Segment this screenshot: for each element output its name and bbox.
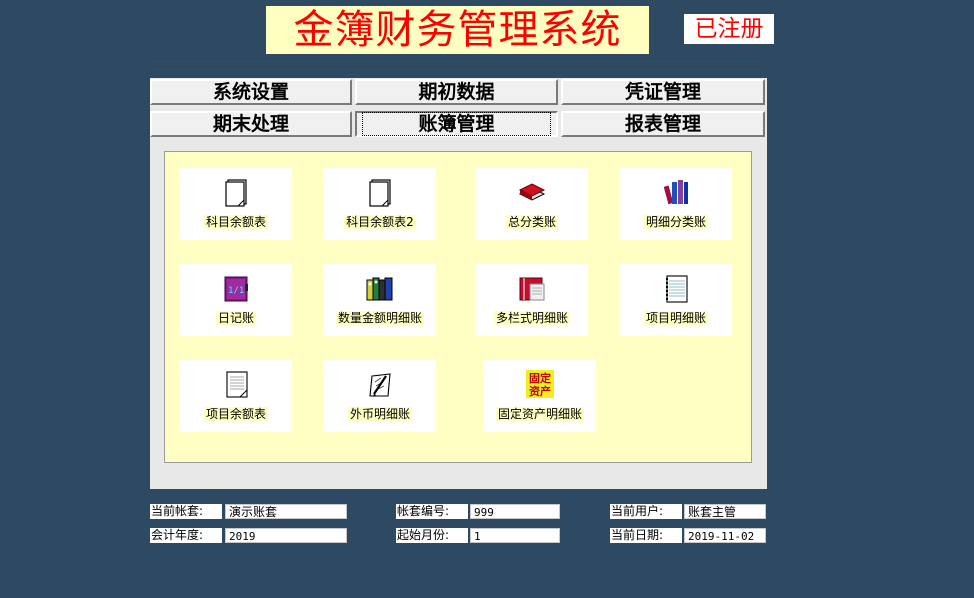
tile-label: 固定资产明细账 [495,407,584,421]
fiscal-year-label: 会计年度: [150,528,222,543]
fiscal-year-value: 2019 [225,528,347,543]
tile-label: 项目余额表 [203,407,268,421]
divider-bottom [150,69,766,70]
account-set-label: 当前帐套: [150,504,222,519]
svg-text:固定: 固定 [529,371,551,385]
tile-detail-ledger[interactable]: 明细分类账 [620,168,732,240]
document-icon [225,179,247,207]
books-icon [663,180,688,205]
tile-label: 明细分类账 [643,215,708,229]
tile-account-balance-2[interactable]: 科目余额表2 [324,168,436,240]
red-book-icon [518,183,546,201]
diary-icon: 1/1 [224,276,248,302]
current-user-label: 当前用户: [610,504,682,519]
app-title: 金簿财务管理系统 [266,6,649,54]
tile-label: 多栏式明细账 [493,311,570,325]
tile-quantity-amount-detail[interactable]: 数量金额明细账 [324,264,436,336]
tile-label: 日记账 [215,311,256,325]
tab-system-settings[interactable]: 系统设置 [150,79,352,105]
tab-period-end[interactable]: 期末处理 [150,111,352,137]
tile-general-ledger[interactable]: 总分类账 [476,168,588,240]
tab-voucher-management[interactable]: 凭证管理 [561,79,765,105]
tile-label: 科目余额表2 [344,215,416,229]
tab-report-management[interactable]: 报表管理 [561,111,765,137]
account-set-value: 演示账套 [225,504,347,519]
tile-label: 项目明细账 [643,311,708,325]
tile-foreign-currency-detail[interactable]: 外币明细账 [324,360,436,432]
fixed-asset-icon: 固定 资产 [526,370,554,398]
set-number-label: 帐套编号: [396,504,468,519]
start-month-value: 1 [470,528,560,543]
notebook-icon [666,275,688,303]
pen-paper-icon [369,373,391,397]
current-date-label: 当前日期: [610,528,682,543]
binders-icon [366,277,393,301]
current-date-value: 2019-11-02 [684,528,766,543]
tile-journal[interactable]: 1/1 日记账 [180,264,292,336]
tile-project-balance[interactable]: 项目余额表 [180,360,292,432]
tab-ledger-management-label: 账簿管理 [362,112,551,136]
tile-label: 数量金额明细账 [335,311,424,325]
tab-opening-data[interactable]: 期初数据 [355,79,558,105]
tile-account-balance[interactable]: 科目余额表 [180,168,292,240]
tile-fixed-asset-detail[interactable]: 固定 资产 固定资产明细账 [484,360,596,432]
document-icon [369,179,391,207]
divider-top [150,61,766,62]
open-book-icon [519,277,545,301]
set-number-value: 999 [470,504,560,519]
tab-ledger-management[interactable]: 账簿管理 [355,111,558,137]
svg-text:1/1: 1/1 [228,286,244,296]
registered-badge: 已注册 [684,14,774,44]
tile-label: 科目余额表 [203,215,268,229]
tile-label: 外币明细账 [347,407,412,421]
tile-project-detail[interactable]: 项目明细账 [620,264,732,336]
tile-multi-column-detail[interactable]: 多栏式明细账 [476,264,588,336]
current-user-value: 账套主管 [684,504,766,519]
tile-label: 总分类账 [505,215,558,229]
start-month-label: 起始月份: [396,528,468,543]
ledger-page-icon [226,371,248,398]
svg-text:资产: 资产 [529,384,551,398]
